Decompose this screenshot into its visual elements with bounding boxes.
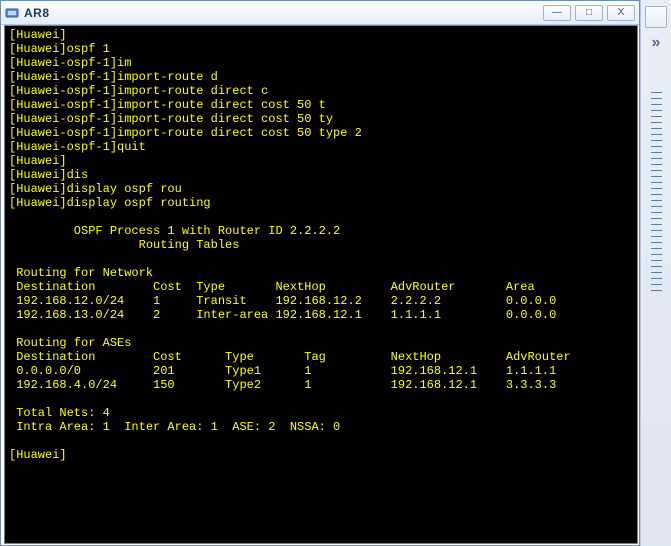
side-panel: »	[640, 0, 671, 546]
minimize-button[interactable]: —	[543, 5, 571, 21]
app-window: AR8 — □ X [Huawei] [Huawei]ospf 1 [Huawe…	[0, 0, 640, 546]
side-more-icon: »	[641, 34, 671, 52]
side-toggle-button[interactable]	[645, 6, 667, 28]
side-ruler	[651, 92, 662, 292]
window-title: AR8	[24, 6, 50, 20]
app-icon	[5, 6, 19, 20]
close-button[interactable]: X	[607, 5, 635, 21]
titlebar: AR8 — □ X	[1, 1, 639, 25]
maximize-button[interactable]: □	[575, 5, 603, 21]
terminal-output[interactable]: [Huawei] [Huawei]ospf 1 [Huawei-ospf-1]i…	[4, 25, 638, 544]
